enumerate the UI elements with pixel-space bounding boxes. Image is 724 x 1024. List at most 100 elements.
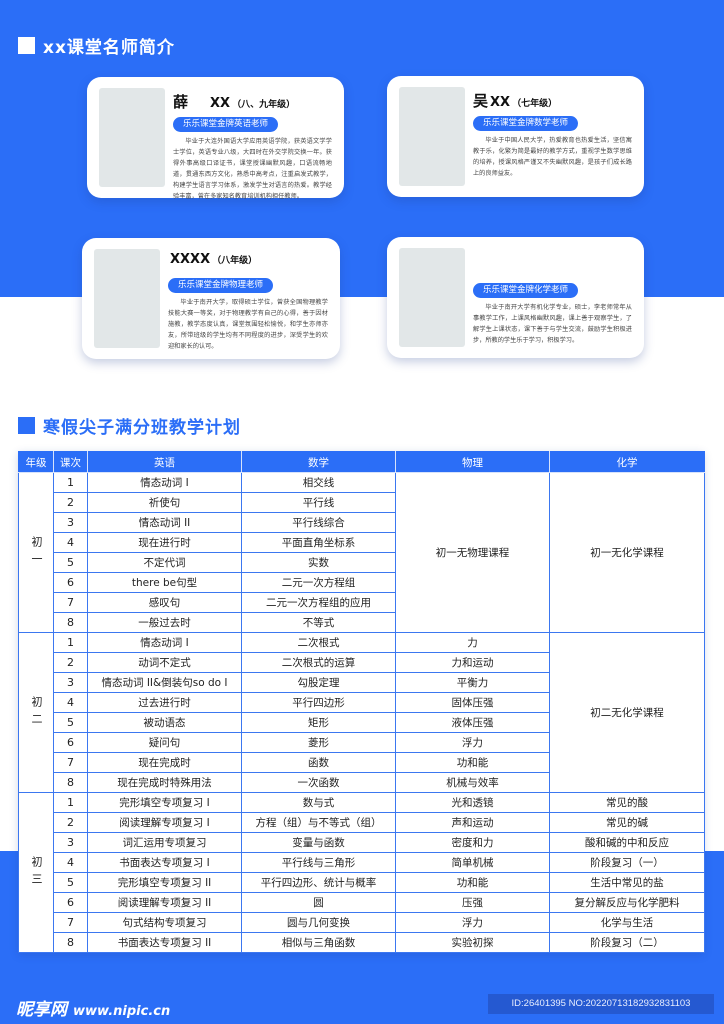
lesson-number-cell: 4 bbox=[53, 532, 88, 553]
lesson-number-cell: 3 bbox=[53, 512, 88, 533]
math-cell: 函数 bbox=[241, 752, 396, 773]
teacher-name: XXXX （八年级） bbox=[168, 252, 328, 272]
physics-cell: 浮力 bbox=[395, 912, 550, 933]
plan-section-title: 寒假尖子满分班教学计划 bbox=[18, 413, 241, 438]
lesson-number-cell: 5 bbox=[53, 872, 88, 893]
chemistry-cell: 阶段复习（二） bbox=[549, 932, 705, 953]
english-cell: 感叹句 bbox=[87, 592, 242, 613]
lesson-number-cell: 3 bbox=[53, 832, 88, 853]
plan-section-title-text: 寒假尖子满分班教学计划 bbox=[43, 418, 241, 438]
lesson-number-cell: 8 bbox=[53, 612, 88, 633]
math-cell: 圆 bbox=[241, 892, 396, 913]
math-cell: 方程（组）与不等式（组） bbox=[241, 812, 396, 833]
table-row: 初一 1 情态动词 I 相交线 初一无物理课程 初一无化学课程 bbox=[18, 472, 705, 633]
english-cell: 一般过去时 bbox=[87, 612, 242, 633]
physics-cell: 密度和力 bbox=[395, 832, 550, 853]
english-cell: 情态动词 I bbox=[87, 472, 242, 493]
math-cell: 变量与函数 bbox=[241, 832, 396, 853]
teachers-section-title: xx课堂名师简介 bbox=[18, 33, 175, 58]
physics-cell: 简单机械 bbox=[395, 852, 550, 873]
math-cell: 二元一次方程组 bbox=[241, 572, 396, 593]
lesson-number-cell: 7 bbox=[53, 912, 88, 933]
english-cell: 被动语态 bbox=[87, 712, 242, 733]
teacher-description: 毕业于南开大学有机化学专业，硕士，李老师常年从事教学工作，上课风格幽默风趣，课上… bbox=[473, 304, 632, 344]
math-cell: 平行四边形、统计与概率 bbox=[241, 872, 396, 893]
square-bullet-icon bbox=[18, 417, 35, 434]
watermark-logo: 昵享网 www.nipic.cn bbox=[16, 995, 170, 1020]
chemistry-merged-cell: 初二无化学课程 bbox=[549, 632, 705, 793]
header-chemistry: 化学 bbox=[549, 451, 705, 473]
teacher-given-name: XX bbox=[490, 95, 511, 110]
table-row: 7 句式结构专项复习 圆与几何变换 浮力 化学与生活 bbox=[19, 912, 705, 933]
teacher-photo-placeholder bbox=[399, 87, 465, 186]
lesson-number-cell: 6 bbox=[53, 572, 88, 593]
math-cell: 平行四边形 bbox=[241, 692, 396, 713]
teacher-title-badge: 乐乐课堂金牌英语老师 bbox=[173, 117, 279, 132]
teacher-surname: 薛 bbox=[173, 93, 189, 111]
lesson-number-cell: 4 bbox=[53, 692, 88, 713]
teacher-grade: （八、九年级） bbox=[232, 100, 296, 110]
teaching-plan-table: 年级 课次 英语 数学 物理 化学 初一 1 情态动词 I 相交线 初一无物理课程 初一无… bbox=[18, 451, 705, 953]
math-cell: 一次函数 bbox=[241, 772, 396, 793]
physics-merged-cell: 初一无物理课程 bbox=[395, 472, 550, 633]
physics-cell: 固体压强 bbox=[395, 692, 550, 713]
physics-cell: 浮力 bbox=[395, 732, 550, 753]
physics-cell: 声和运动 bbox=[395, 812, 550, 833]
teacher-name: 薛 XX （八、九年级） bbox=[173, 91, 332, 111]
chemistry-cell: 阶段复习（一） bbox=[549, 852, 705, 873]
math-cell: 相交线 bbox=[241, 472, 396, 493]
teacher-description: 毕业于中国人民大学，热爱教育也热爱生活，坚信寓教于乐，化繁为简是最好的教学方式，… bbox=[473, 137, 632, 177]
math-cell: 矩形 bbox=[241, 712, 396, 733]
english-cell: 句式结构专项复习 bbox=[87, 912, 242, 933]
header-grade: 年级 bbox=[18, 451, 54, 473]
table-row: 6 阅读理解专项复习 II 圆压强 复分解反应与化学肥料 bbox=[19, 892, 705, 913]
math-cell: 实数 bbox=[241, 552, 396, 573]
teaching-plan-table-container: 年级 课次 英语 数学 物理 化学 初一 1 情态动词 I 相交线 初一无物理课程 初一无… bbox=[18, 451, 705, 953]
lesson-number-cell: 2 bbox=[53, 492, 88, 513]
grade-cell: 初二 bbox=[18, 632, 54, 793]
english-cell: 词汇运用专项复习 bbox=[87, 832, 242, 853]
english-cell: 情态动词 II&倒装句so do I bbox=[87, 672, 242, 693]
header-lesson: 课次 bbox=[53, 451, 88, 473]
physics-cell: 实验初探 bbox=[395, 932, 550, 953]
physics-cell: 功和能 bbox=[395, 872, 550, 893]
header-math: 数学 bbox=[241, 451, 396, 473]
table-header-row: 年级 课次 英语 数学 物理 化学 bbox=[18, 451, 705, 473]
english-cell: 过去进行时 bbox=[87, 692, 242, 713]
teacher-given-name: XXXX bbox=[170, 252, 211, 267]
teacher-title-badge: 乐乐课堂金牌化学老师 bbox=[473, 283, 579, 298]
math-cell: 二次根式的运算 bbox=[241, 652, 396, 673]
chemistry-cell: 常见的酸 bbox=[549, 792, 705, 813]
header-english: 英语 bbox=[87, 451, 242, 473]
english-cell: 现在完成时 bbox=[87, 752, 242, 773]
math-cell: 数与式 bbox=[241, 792, 396, 813]
table-row: 初三 1 完形填空专项复习 I 数与式 光和透镜 常见的酸 bbox=[18, 792, 705, 953]
table-row: 2 阅读理解专项复习 I 方程（组）与不等式（组） 声和运动 常见的碱 bbox=[19, 812, 705, 833]
lesson-number-cell: 4 bbox=[53, 852, 88, 873]
chemistry-cell: 复分解反应与化学肥料 bbox=[549, 892, 705, 913]
teacher-grade: （八年级） bbox=[212, 256, 258, 266]
table-row: 5 完形填空专项复习 II 平行四边形、统计与概率 功和能 生活中常见的盐 bbox=[19, 872, 705, 893]
lesson-number-cell: 2 bbox=[53, 652, 88, 673]
teacher-photo-placeholder bbox=[94, 249, 160, 348]
teacher-title-badge: 乐乐课堂金牌数学老师 bbox=[473, 116, 579, 131]
english-cell: 阅读理解专项复习 I bbox=[87, 812, 242, 833]
english-cell: 疑问句 bbox=[87, 732, 242, 753]
teacher-card-physics: XXXX （八年级） 乐乐课堂金牌物理老师 毕业于南开大学，取得硕士学位，曾获全… bbox=[82, 238, 340, 359]
english-cell: 完形填空专项复习 II bbox=[87, 872, 242, 893]
english-cell: 不定代词 bbox=[87, 552, 242, 573]
english-cell: 书面表达专项复习 II bbox=[87, 932, 242, 953]
math-cell: 平行线 bbox=[241, 492, 396, 513]
english-cell: 情态动词 I bbox=[87, 632, 242, 653]
teacher-card-chemistry: 乐乐课堂金牌化学老师 毕业于南开大学有机化学专业，硕士，李老师常年从事教学工作，… bbox=[387, 237, 644, 358]
math-cell: 圆与几何变换 bbox=[241, 912, 396, 933]
math-cell: 平行线与三角形 bbox=[241, 852, 396, 873]
teacher-photo-placeholder bbox=[99, 88, 165, 187]
image-id-label: ID:26401395 NO:20220713182932831103 bbox=[488, 994, 714, 1014]
math-cell: 菱形 bbox=[241, 732, 396, 753]
teacher-card-english: 薛 XX （八、九年级） 乐乐课堂金牌英语老师 毕业于大连外国语大学应用英语学院… bbox=[87, 77, 344, 200]
english-cell: 完形填空专项复习 I bbox=[87, 792, 242, 813]
physics-cell: 平衡力 bbox=[395, 672, 550, 693]
table-row: 3 词汇运用专项复习 变量与函数 密度和力 酸和碱的中和反应 bbox=[19, 832, 705, 853]
chemistry-cell: 生活中常见的盐 bbox=[549, 872, 705, 893]
